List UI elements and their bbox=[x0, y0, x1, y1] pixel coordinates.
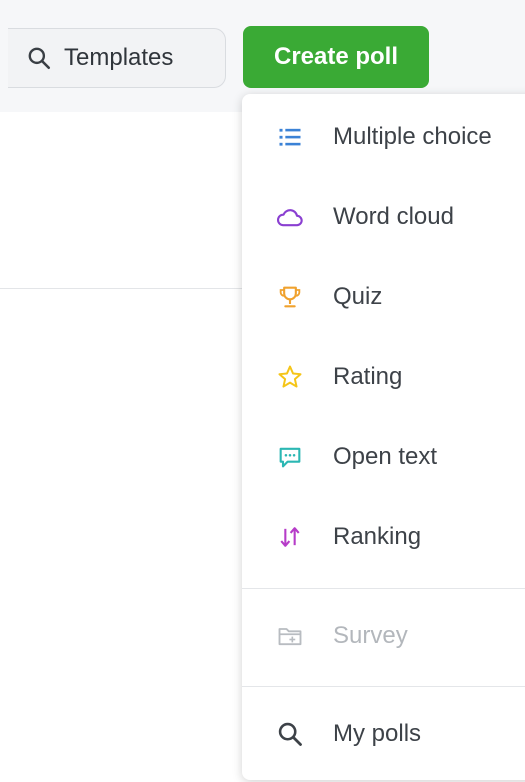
menu-item-label: Multiple choice bbox=[333, 123, 492, 150]
menu-divider bbox=[242, 588, 525, 589]
menu-item-label: My polls bbox=[333, 720, 422, 747]
create-poll-button[interactable]: Create poll bbox=[243, 26, 429, 88]
menu-item-label: Word cloud bbox=[333, 203, 454, 230]
templates-label: Templates bbox=[64, 44, 174, 71]
content-divider bbox=[0, 288, 244, 289]
cloud-icon bbox=[277, 209, 303, 227]
menu-item-rating[interactable]: Rating bbox=[242, 342, 525, 412]
menu-item-label: Survey bbox=[333, 622, 408, 649]
menu-item-survey[interactable]: Survey bbox=[242, 601, 525, 671]
star-icon bbox=[278, 365, 302, 388]
create-poll-menu: Multiple choice Word cloud Quiz Rating O… bbox=[242, 94, 525, 780]
search-icon bbox=[28, 47, 51, 70]
menu-item-my-polls[interactable]: My polls bbox=[242, 699, 525, 769]
search-icon bbox=[278, 722, 302, 746]
sort-arrows-icon bbox=[280, 527, 300, 547]
menu-divider bbox=[242, 686, 525, 687]
menu-item-open-text[interactable]: Open text bbox=[242, 422, 525, 492]
templates-button[interactable]: Templates bbox=[8, 28, 226, 88]
folder-plus-icon bbox=[278, 628, 302, 646]
menu-item-label: Open text bbox=[333, 443, 438, 470]
menu-item-ranking[interactable]: Ranking bbox=[242, 502, 525, 572]
create-poll-label: Create poll bbox=[273, 43, 399, 70]
menu-item-label: Ranking bbox=[333, 523, 422, 550]
menu-item-label: Quiz bbox=[333, 283, 383, 310]
menu-item-quiz[interactable]: Quiz bbox=[242, 262, 525, 332]
menu-item-multiple-choice[interactable]: Multiple choice bbox=[242, 102, 525, 172]
menu-item-word-cloud[interactable]: Word cloud bbox=[242, 182, 525, 252]
trophy-icon bbox=[279, 286, 301, 308]
menu-item-label: Rating bbox=[333, 363, 403, 390]
speech-bubble-icon bbox=[279, 447, 301, 468]
list-icon bbox=[279, 128, 301, 146]
